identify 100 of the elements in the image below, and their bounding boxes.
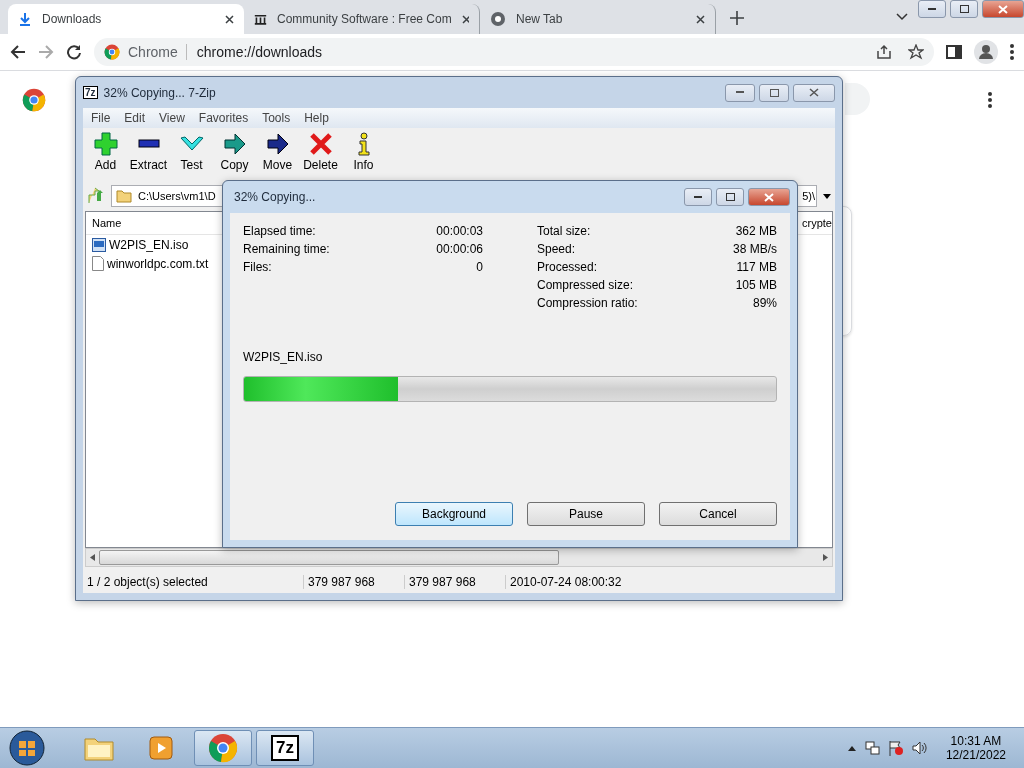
stat-label: Total size: xyxy=(537,224,591,238)
toolbar-button[interactable]: Test xyxy=(173,132,210,184)
chevron-icon[interactable] xyxy=(896,13,908,21)
status-text: 2010-07-24 08:00:32 xyxy=(505,575,710,589)
close-button[interactable] xyxy=(982,0,1024,18)
start-button[interactable] xyxy=(8,729,46,767)
close-icon[interactable] xyxy=(461,14,469,24)
taskbar-button[interactable] xyxy=(194,730,252,766)
address-bar[interactable]: Chrome chrome://downloads xyxy=(94,38,934,66)
toolbar-button[interactable]: Info xyxy=(345,132,382,184)
network-icon[interactable] xyxy=(863,740,880,756)
menu-item[interactable]: Help xyxy=(304,111,329,125)
browser-tab[interactable]: New Tab xyxy=(480,4,716,34)
toolbar-button[interactable]: Copy xyxy=(216,132,253,184)
dialog-title: 32% Copying... xyxy=(233,190,317,204)
stat-label: Files: xyxy=(243,260,272,274)
media-player-icon[interactable] xyxy=(148,735,174,761)
delete-icon xyxy=(308,132,333,156)
file-name[interactable]: winworldpc.com.txt xyxy=(107,256,209,271)
close-icon[interactable] xyxy=(225,14,234,24)
close-icon xyxy=(998,4,1008,14)
maximize-button[interactable] xyxy=(759,83,789,102)
close-icon[interactable] xyxy=(696,14,705,24)
stat-label: Elapsed time: xyxy=(243,224,316,238)
close-icon xyxy=(809,88,819,97)
arrow-icon xyxy=(265,132,290,156)
close-icon xyxy=(764,192,774,202)
stat-value: 00:00:06 xyxy=(436,242,483,256)
window-title: 32% Copying... 7-Zip xyxy=(103,85,217,100)
close-button[interactable] xyxy=(748,188,790,206)
share-icon[interactable] xyxy=(876,44,892,60)
search-field[interactable] xyxy=(845,83,870,115)
stat-label: Speed: xyxy=(537,242,576,256)
stat-value: 89% xyxy=(752,296,777,310)
column-header[interactable]: crypte xyxy=(802,217,832,229)
stat-value: 105 MB xyxy=(735,278,777,292)
plus-icon xyxy=(93,132,118,156)
menu-item[interactable]: Tools xyxy=(262,111,291,125)
menu-item[interactable]: Favorites xyxy=(198,111,249,125)
close-button[interactable] xyxy=(793,83,835,102)
dialog-button[interactable]: Background xyxy=(395,502,513,526)
minimize-button[interactable] xyxy=(684,188,712,206)
new-tab-icon[interactable] xyxy=(730,11,744,25)
column-header[interactable]: Name xyxy=(92,217,122,229)
minimize-button[interactable] xyxy=(725,83,755,102)
dialog-button[interactable]: Cancel xyxy=(659,502,777,526)
minimize-button[interactable] xyxy=(918,0,946,18)
app-logo: 7z xyxy=(83,86,98,99)
stat-value: 38 MB/s xyxy=(733,242,777,256)
folder-icon xyxy=(116,189,132,203)
app-logo[interactable]: 7z xyxy=(271,735,299,761)
speaker-icon[interactable] xyxy=(911,740,928,756)
horizontal-scrollbar[interactable] xyxy=(85,548,833,567)
status-text: 379 987 968 xyxy=(303,575,404,589)
dialog-button[interactable]: Pause xyxy=(527,502,645,526)
tray-arrow-icon[interactable] xyxy=(847,745,856,751)
maximize-icon xyxy=(959,5,969,13)
scroll-left-icon[interactable] xyxy=(90,554,95,561)
menu-item[interactable]: Edit xyxy=(124,111,146,125)
current-file: W2PIS_EN.iso xyxy=(243,350,324,364)
chrome-icon xyxy=(22,88,46,112)
minimize-icon xyxy=(736,91,744,94)
back-icon[interactable] xyxy=(10,44,26,60)
stat-label: Processed: xyxy=(537,260,598,274)
chrome-icon[interactable] xyxy=(208,733,238,763)
toolbar-button[interactable]: Delete xyxy=(302,132,339,184)
dropdown-icon[interactable] xyxy=(823,193,831,199)
file-name[interactable]: W2PIS_EN.iso xyxy=(109,237,189,252)
chrome-icon xyxy=(104,44,120,60)
maximize-icon xyxy=(725,193,735,201)
maximize-icon xyxy=(769,88,779,97)
side-panel-icon[interactable] xyxy=(946,44,962,60)
toolbar-button[interactable]: Add xyxy=(87,132,124,184)
disc-image-icon xyxy=(92,237,106,252)
more-icon[interactable] xyxy=(988,92,992,108)
star-icon[interactable] xyxy=(908,44,924,60)
stat-value: 362 MB xyxy=(735,224,777,238)
menu-item[interactable]: View xyxy=(159,111,185,125)
flag-icon[interactable] xyxy=(887,740,904,756)
browser-tab[interactable]: Community Software : Free Com xyxy=(244,4,480,34)
document-icon xyxy=(92,256,104,271)
profile-icon[interactable] xyxy=(974,40,998,64)
stat-value: 00:00:03 xyxy=(436,224,483,238)
browser-tab[interactable]: Downloads xyxy=(8,4,244,34)
stat-value: 0 xyxy=(476,260,483,274)
up-folder-icon[interactable] xyxy=(87,187,105,205)
status-text: 379 987 968 xyxy=(404,575,505,589)
stat-value: 117 MB xyxy=(736,260,777,274)
toolbar-button[interactable]: Extract xyxy=(130,132,167,184)
menu-item[interactable]: File xyxy=(91,111,111,125)
minimize-icon xyxy=(928,7,936,11)
clock-date: 12/21/2022 xyxy=(945,748,1006,762)
stat-label: Compression ratio: xyxy=(537,296,638,310)
maximize-button[interactable] xyxy=(950,0,978,18)
maximize-button[interactable] xyxy=(716,188,744,206)
taskbar-button[interactable]: 7z xyxy=(256,730,314,766)
more-icon[interactable] xyxy=(1010,44,1014,60)
toolbar-button[interactable]: Move xyxy=(259,132,296,184)
scroll-right-icon[interactable] xyxy=(823,554,828,561)
reload-icon[interactable] xyxy=(66,44,82,60)
